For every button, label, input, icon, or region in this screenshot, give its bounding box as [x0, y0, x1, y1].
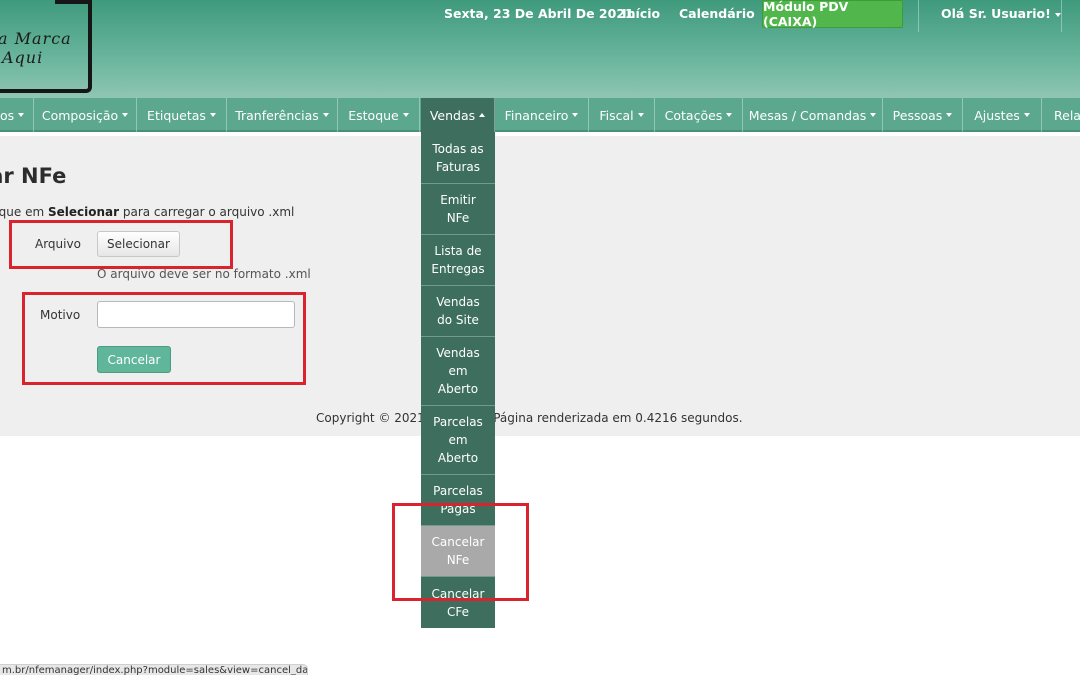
nav-item-cotacoes[interactable]: Cotações: [655, 98, 743, 132]
chevron-down-icon: [209, 113, 216, 117]
chevron-down-icon: [322, 113, 329, 117]
dropdown-item-label: Lista de Entregas: [431, 244, 485, 276]
header: a Marca Aqui Sexta, 23 De Abril De 2021 …: [0, 0, 1080, 98]
chevron-down-icon: [946, 113, 953, 117]
chevron-down-icon: [726, 113, 733, 117]
nav-item-estoque[interactable]: Estoque: [338, 98, 420, 132]
chevron-down-icon: [18, 113, 25, 117]
page-title: lar NFe: [0, 164, 67, 188]
cancel-nfe-label: Cancelar: [107, 352, 161, 367]
user-menu-label: Olá Sr. Usuario!: [941, 6, 1051, 21]
dropdown-item-todas-faturas[interactable]: Todas as Faturas: [421, 132, 495, 184]
nav-item-mesas-comandas[interactable]: Mesas / Comandas: [743, 98, 883, 132]
chevron-down-icon: [402, 113, 409, 117]
content-area: [0, 136, 1080, 436]
motivo-label: Motivo: [40, 308, 81, 322]
chevron-down-icon: [637, 113, 644, 117]
header-divider: [918, 0, 919, 32]
nav-item-label: Financeiro: [504, 107, 569, 123]
dropdown-item-label: Cancelar CFe: [431, 586, 485, 619]
dropdown-item-vendas-site[interactable]: Vendas do Site: [421, 286, 495, 337]
pdv-module-label: Módulo PDV (CAIXA): [763, 0, 849, 29]
nav-item-label: os: [0, 107, 15, 123]
footer-copyright: Copyright © 2021 Mar v2.9 - Página rende…: [316, 411, 743, 425]
chevron-down-icon: [572, 113, 579, 117]
dropdown-item-label: Cancelar NFe: [431, 535, 485, 567]
chevron-down-icon: [1023, 113, 1030, 117]
chevron-down-icon: [1054, 12, 1061, 17]
dropdown-item-cancelar-nfe[interactable]: Cancelar NFe: [421, 526, 495, 577]
logo-text-line2: Aqui: [2, 48, 44, 67]
arquivo-label: Arquivo: [35, 237, 81, 251]
select-file-label: Selecionar: [107, 237, 170, 251]
vendas-dropdown-menu: Todas as Faturas Emitir NFe Lista de Ent…: [421, 132, 495, 628]
dropdown-item-parcelas-pagas[interactable]: Parcelas Pagas: [421, 475, 495, 526]
nav-item-label: Composição: [41, 107, 119, 123]
nav-item-pessoas[interactable]: Pessoas: [883, 98, 963, 132]
nav-item-label: Rela: [1054, 107, 1080, 123]
header-divider: [1061, 0, 1062, 32]
nav-item-label: Ajustes: [974, 107, 1020, 123]
chevron-down-icon: [870, 113, 877, 117]
browser-status-url: m.br/nfemanager/index.php?module=sales&v…: [0, 664, 308, 675]
logo-text-line1: a Marca: [0, 29, 72, 48]
nav-item-label: Cotações: [664, 107, 723, 123]
app-window: a Marca Aqui Sexta, 23 De Abril De 2021 …: [0, 0, 1080, 675]
dropdown-item-label: Vendas em Aberto: [436, 346, 480, 396]
nav-item-relatorios[interactable]: Rela: [1042, 98, 1080, 132]
current-date: Sexta, 23 De Abril De 2021: [444, 6, 634, 21]
nav-item-ajustes[interactable]: Ajustes: [963, 98, 1042, 132]
file-format-note: O arquivo deve ser no formato .xml: [97, 267, 311, 281]
dropdown-item-label: Vendas do Site: [436, 295, 480, 327]
nav-item-label: Etiquetas: [147, 107, 206, 123]
nav-item-produtos[interactable]: os: [0, 98, 34, 132]
instruction-text-after: para carregar o arquivo .xml: [119, 205, 295, 219]
chevron-down-icon: [122, 113, 129, 117]
dropdown-item-label: Todas as Faturas: [432, 141, 484, 174]
pdv-module-button[interactable]: Módulo PDV (CAIXA): [762, 0, 903, 29]
nav-item-label: Tranferências: [235, 107, 319, 123]
dropdown-item-label: Parcelas em Aberto: [433, 415, 483, 465]
motivo-input[interactable]: [97, 301, 295, 328]
nav-item-label: Estoque: [348, 107, 399, 123]
select-file-button[interactable]: Selecionar: [97, 231, 180, 257]
user-menu[interactable]: Olá Sr. Usuario!: [941, 6, 1061, 21]
dropdown-item-parcelas-aberto[interactable]: Parcelas em Aberto: [421, 406, 495, 475]
nav-item-etiquetas[interactable]: Etiquetas: [137, 98, 227, 132]
dropdown-item-label: Emitir NFe: [440, 193, 476, 225]
instruction-text: lique em Selecionar para carregar o arqu…: [0, 205, 294, 219]
nav-item-label: Mesas / Comandas: [748, 107, 867, 123]
nav-item-fiscal[interactable]: Fiscal: [589, 98, 655, 132]
nav-item-label: Vendas: [429, 107, 476, 123]
logo-frame-top: [55, 0, 92, 4]
nav-item-tranferencias[interactable]: Tranferências: [227, 98, 338, 132]
dropdown-item-emitir-nfe[interactable]: Emitir NFe: [421, 184, 495, 235]
cancel-nfe-button[interactable]: Cancelar: [97, 346, 171, 373]
nav-item-label: Fiscal: [599, 107, 634, 123]
nav-item-label: Pessoas: [892, 107, 943, 123]
main-navbar: os Composição Etiquetas Tranferências Es…: [0, 98, 1080, 132]
dropdown-item-cancelar-cfe[interactable]: Cancelar CFe: [421, 577, 495, 628]
calendario-link[interactable]: Calendário: [679, 6, 755, 21]
nav-item-composicao[interactable]: Composição: [34, 98, 137, 132]
instruction-text-before: lique em: [0, 205, 45, 219]
dropdown-item-label: Parcelas Pagas: [433, 484, 483, 516]
nav-item-financeiro[interactable]: Financeiro: [495, 98, 589, 132]
nav-item-vendas[interactable]: Vendas: [421, 98, 495, 132]
dropdown-item-vendas-aberto[interactable]: Vendas em Aberto: [421, 337, 495, 406]
instruction-text-bold: Selecionar: [47, 205, 120, 219]
dropdown-item-lista-entregas[interactable]: Lista de Entregas: [421, 235, 495, 286]
inicio-link[interactable]: Início: [622, 6, 660, 21]
chevron-up-icon: [479, 113, 486, 117]
